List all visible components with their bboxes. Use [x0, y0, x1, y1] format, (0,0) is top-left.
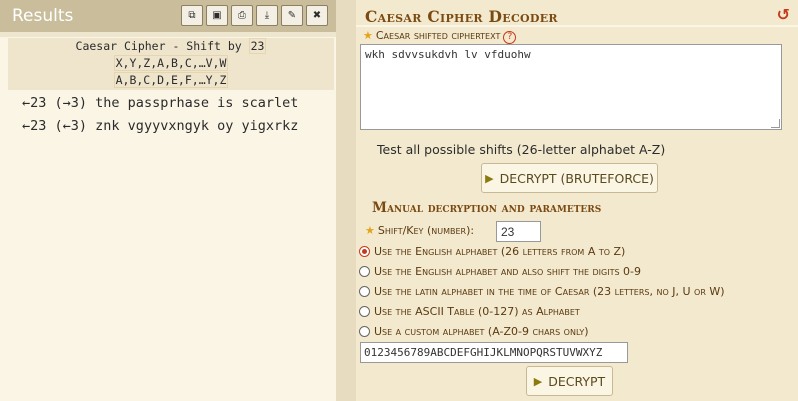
- shift-label: ★ Shift/Key (number):: [365, 224, 474, 237]
- download-icon[interactable]: ⤓: [256, 5, 278, 26]
- result-row[interactable]: ←23 (←3) znk vgyyvxngyk oy yigxrkz: [22, 118, 298, 134]
- option-label: Use the English alphabet and also shift …: [374, 265, 642, 278]
- required-star-icon: ★: [363, 29, 373, 42]
- cipher-info-target-alphabet: A,B,C,D,E,F,…Y,Z: [113, 72, 229, 88]
- help-icon[interactable]: ?: [503, 31, 517, 44]
- cipher-info-box: Caesar Cipher - Shift by 23 X,Y,Z,A,B,C,…: [8, 38, 334, 90]
- play-icon: ▶: [533, 374, 543, 388]
- option-english-alphabet[interactable]: Use the English alphabet (26 letters fro…: [359, 245, 625, 258]
- copy-icon[interactable]: ⧉: [181, 5, 203, 26]
- cipher-info-prefix: Caesar Cipher - Shift by: [75, 39, 242, 53]
- result-text: the passprhase is scarlet: [95, 95, 299, 111]
- shift-label-text: Shift/Key (number):: [377, 224, 475, 237]
- custom-alphabet-input[interactable]: [360, 342, 628, 363]
- play-icon: ▶: [485, 171, 494, 185]
- decrypt-button[interactable]: ▶ DECRYPT: [526, 366, 613, 396]
- cipher-info-source-alphabet: X,Y,Z,A,B,C,…V,W: [113, 55, 229, 71]
- save-icon[interactable]: ▣: [206, 5, 228, 26]
- cipher-info-line2: X,Y,Z,A,B,C,…V,W: [8, 55, 334, 72]
- shift-input[interactable]: [496, 221, 541, 242]
- panel-divider: [336, 0, 356, 401]
- decrypt-bruteforce-label: DECRYPT (BRUTEFORCE): [499, 170, 654, 186]
- decoder-panel: Caesar Cipher Decoder ↺ ★ Caesar shifted …: [356, 0, 798, 401]
- decoder-title: Caesar Cipher Decoder: [365, 7, 558, 26]
- ciphertext-label-text: Caesar shifted ciphertext: [375, 29, 501, 42]
- cipher-info-shift: 23: [248, 38, 267, 54]
- pin-icon[interactable]: ✎: [281, 5, 303, 26]
- results-panel: Results ⧉ ▣ ⎙ ⤓ ✎ ✖ Caesar Cipher - Shif…: [0, 0, 336, 401]
- reload-icon[interactable]: ↺: [777, 5, 790, 24]
- option-label: Use the latin alphabet in the time of Ca…: [374, 285, 725, 298]
- option-custom-alphabet[interactable]: Use a custom alphabet (A-Z0-9 chars only…: [359, 325, 589, 338]
- close-icon[interactable]: ✖: [306, 5, 328, 26]
- ciphertext-input[interactable]: wkh sdvvsukdvh lv vfduohw: [360, 44, 782, 130]
- results-toolbar: ⧉ ▣ ⎙ ⤓ ✎ ✖: [181, 5, 328, 26]
- result-text: znk vgyyvxngyk oy yigxrkz: [95, 118, 299, 134]
- cipher-info-line1: Caesar Cipher - Shift by 23: [8, 38, 334, 55]
- ciphertext-label: ★ Caesar shifted ciphertext?: [363, 29, 517, 44]
- decrypt-label: DECRYPT: [548, 373, 606, 389]
- result-row[interactable]: ←23 (→3) the passprhase is scarlet: [22, 95, 298, 111]
- radio-button[interactable]: [359, 246, 370, 257]
- title-rule: [356, 25, 798, 27]
- option-label: Use the ASCII Table (0-127) as Alphabet: [374, 305, 580, 318]
- resize-grip-icon[interactable]: [771, 119, 780, 128]
- ciphertext-value: wkh sdvvsukdvh lv vfduohw: [365, 48, 531, 61]
- radio-button[interactable]: [359, 266, 370, 277]
- radio-button[interactable]: [359, 326, 370, 337]
- results-title: Results: [12, 6, 74, 26]
- print-icon[interactable]: ⎙: [231, 5, 253, 26]
- bruteforce-description: Test all possible shifts (26-letter alph…: [377, 142, 666, 157]
- option-label: Use a custom alphabet (A-Z0-9 chars only…: [374, 325, 589, 338]
- radio-button[interactable]: [359, 306, 370, 317]
- results-header: Results ⧉ ▣ ⎙ ⤓ ✎ ✖: [0, 0, 336, 32]
- manual-section-title: Manual decryption and parameters: [372, 200, 602, 216]
- result-shift: ←23 (→3): [22, 95, 88, 111]
- option-ascii-table[interactable]: Use the ASCII Table (0-127) as Alphabet: [359, 305, 580, 318]
- result-shift: ←23 (←3): [22, 118, 88, 134]
- results-separator: [0, 32, 336, 37]
- decrypt-bruteforce-button[interactable]: ▶ DECRYPT (BRUTEFORCE): [481, 163, 658, 193]
- radio-button[interactable]: [359, 286, 370, 297]
- option-latin-alphabet[interactable]: Use the latin alphabet in the time of Ca…: [359, 285, 725, 298]
- required-star-icon: ★: [365, 224, 375, 237]
- option-english-digits[interactable]: Use the English alphabet and also shift …: [359, 265, 641, 278]
- option-label: Use the English alphabet (26 letters fro…: [374, 245, 626, 258]
- cipher-info-line3: A,B,C,D,E,F,…Y,Z: [8, 72, 334, 89]
